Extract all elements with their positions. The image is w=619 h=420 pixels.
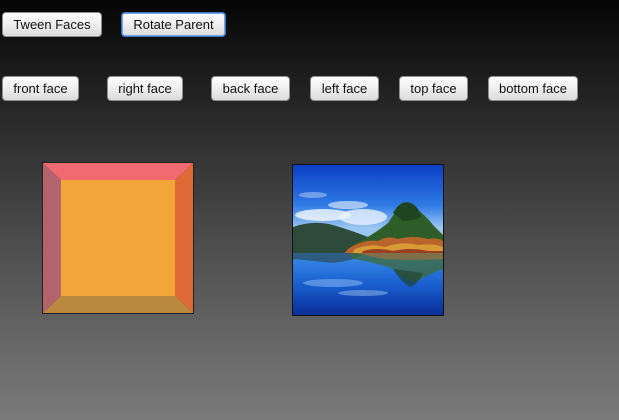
tween-faces-button[interactable]: Tween Faces: [2, 12, 102, 37]
right-face-button[interactable]: right face: [107, 76, 183, 101]
cube-front-center: [61, 180, 175, 296]
rotate-parent-button[interactable]: Rotate Parent: [121, 12, 226, 37]
cube-bottom-bevel: [43, 296, 193, 313]
cube-face-graphic: [42, 162, 194, 314]
bottom-face-button[interactable]: bottom face: [488, 76, 578, 101]
cube-top-bevel: [43, 163, 193, 180]
landscape-image: [292, 164, 444, 316]
left-face-button[interactable]: left face: [310, 76, 379, 101]
top-face-button[interactable]: top face: [399, 76, 468, 101]
front-face-button[interactable]: front face: [2, 76, 79, 101]
cube-right-bevel: [175, 163, 193, 313]
back-face-button[interactable]: back face: [211, 76, 290, 101]
cube-left-bevel: [43, 163, 61, 313]
